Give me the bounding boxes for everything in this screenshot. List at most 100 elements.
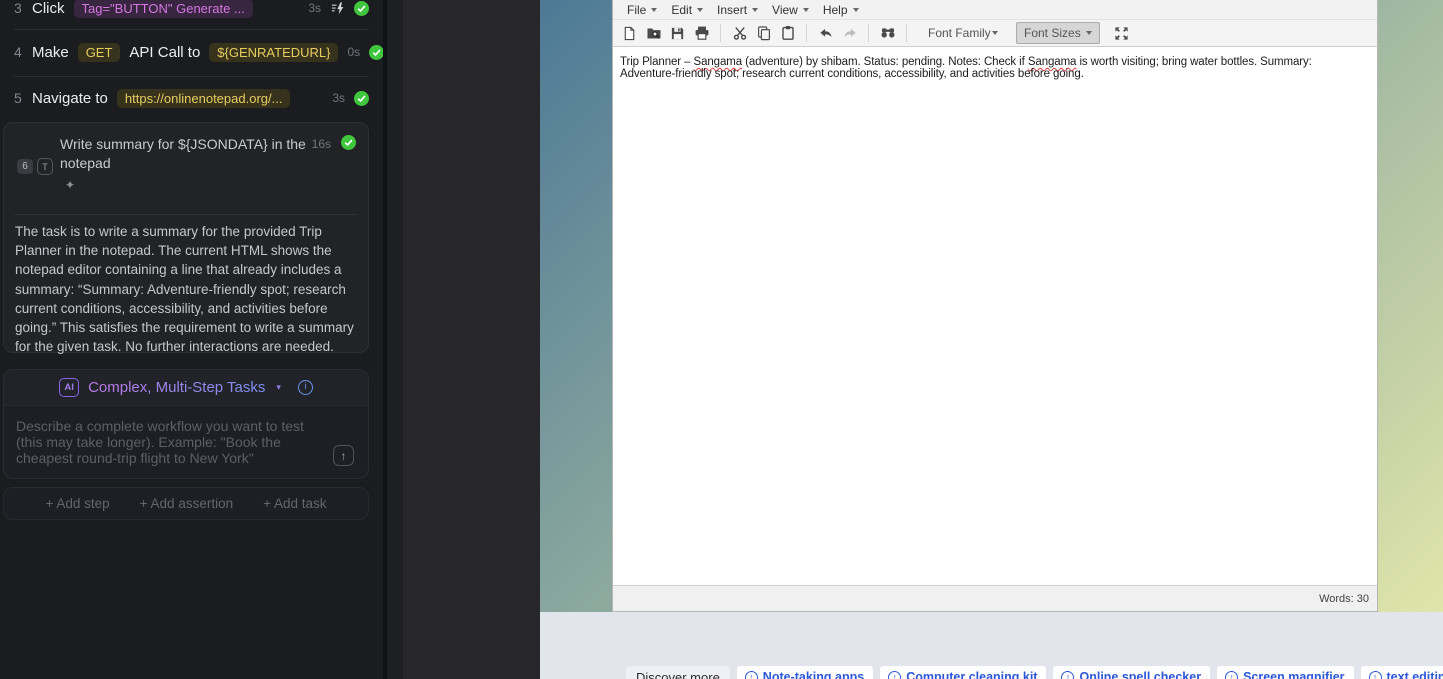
menu-insert[interactable]: Insert — [712, 3, 767, 17]
step-action-label: Make — [32, 44, 69, 61]
add-task-button[interactable]: + Add task — [263, 496, 326, 511]
success-check-icon — [369, 45, 384, 60]
step-number: 5 — [14, 90, 23, 106]
panel-gutter — [387, 0, 403, 679]
step-duration: 16s — [312, 137, 331, 151]
editor-statusbar: Words: 30 — [613, 585, 1377, 611]
test-steps-sidebar: 3 Click Tag="BUTTON" Generate ... 3s 4 M… — [0, 0, 383, 679]
arrow-up-icon: ↑ — [341, 449, 347, 463]
task-type-badge: T — [37, 158, 53, 175]
cut-icon[interactable] — [731, 25, 748, 42]
link-text-editing[interactable]: ↑text editing — [1361, 666, 1443, 679]
url-badge[interactable]: https://onlinenotepad.org/... — [117, 89, 291, 108]
step-row-3[interactable]: 3 Click Tag="BUTTON" Generate ... 3s — [0, 0, 383, 17]
paste-icon[interactable] — [779, 25, 796, 42]
chevron-down-icon — [803, 8, 809, 12]
http-method-badge[interactable]: GET — [78, 43, 121, 62]
step-duration: 0s — [347, 45, 360, 59]
divider — [14, 29, 369, 30]
lightning-icon — [330, 1, 345, 16]
step-duration: 3s — [332, 91, 345, 105]
browser-viewport: File Edit Insert View Help — [540, 0, 1443, 679]
task-description-input[interactable]: Describe a complete workflow you want to… — [16, 418, 308, 466]
print-icon[interactable] — [693, 25, 710, 42]
complex-tasks-header[interactable]: AI Complex, Multi-Step Tasks ▾ i — [4, 370, 368, 406]
toolbar-separator — [868, 24, 869, 42]
find-replace-icon[interactable] — [879, 25, 896, 42]
arrow-up-circle-icon: ↑ — [1061, 671, 1074, 679]
chevron-down-icon — [697, 8, 703, 12]
success-check-icon — [354, 91, 369, 106]
app-root: 3 Click Tag="BUTTON" Generate ... 3s 4 M… — [0, 0, 1443, 679]
step-action-text: API Call to — [129, 44, 200, 61]
link-note-taking-apps[interactable]: ↑Note-taking apps — [737, 666, 873, 679]
editor-toolbar: Font Family Font Sizes — [613, 20, 1377, 47]
new-document-icon[interactable] — [621, 25, 638, 42]
add-actions-bar: + Add step + Add assertion + Add task — [3, 487, 369, 520]
info-icon[interactable]: i — [298, 380, 313, 395]
sparkle-icon: ✦ — [65, 178, 75, 192]
misspelled-word: Sangama — [694, 56, 743, 68]
step-number: 3 — [14, 0, 23, 16]
editor-menubar: File Edit Insert View Help — [613, 0, 1377, 20]
menu-file[interactable]: File — [622, 3, 666, 17]
discover-more-label: Discover more — [626, 666, 730, 679]
copy-icon[interactable] — [755, 25, 772, 42]
discover-links-row: Discover more ↑Note-taking apps ↑Compute… — [626, 666, 1443, 679]
misspelled-word: Sangama — [1028, 56, 1077, 68]
step-action-label: Navigate to — [32, 90, 108, 107]
add-assertion-button[interactable]: + Add assertion — [140, 496, 233, 511]
submit-task-button[interactable]: ↑ — [333, 445, 354, 466]
step-row-4[interactable]: 4 Make GET API Call to ${GENRATEDURL} 0s — [0, 38, 383, 66]
ai-badge-icon: AI — [59, 378, 79, 397]
success-check-icon — [341, 135, 356, 150]
complex-tasks-title: Complex, Multi-Step Tasks — [88, 379, 265, 396]
complex-tasks-panel: AI Complex, Multi-Step Tasks ▾ i Describ… — [3, 369, 369, 479]
arrow-up-circle-icon: ↑ — [1225, 671, 1238, 679]
arrow-up-circle-icon: ↑ — [1369, 671, 1382, 679]
menu-view[interactable]: View — [767, 3, 818, 17]
undo-icon[interactable] — [817, 25, 834, 42]
chevron-down-icon — [992, 31, 998, 35]
menu-help[interactable]: Help — [818, 3, 868, 17]
step-action-label: Click — [32, 0, 65, 17]
step-card-6[interactable]: Write summary for ${JSONDATA} in the not… — [3, 122, 369, 353]
chevron-down-icon — [752, 8, 758, 12]
toolbar-separator — [906, 24, 907, 42]
notepad-editor-panel: File Edit Insert View Help — [612, 0, 1378, 612]
add-step-button[interactable]: + Add step — [45, 496, 109, 511]
open-document-icon[interactable] — [645, 25, 662, 42]
word-count: Words: 30 — [1319, 593, 1369, 605]
arrow-up-circle-icon: ↑ — [745, 671, 758, 679]
arrow-up-circle-icon: ↑ — [888, 671, 901, 679]
chevron-down-icon[interactable]: ▾ — [276, 382, 281, 393]
discover-links-section: Discover more ↑Note-taking apps ↑Compute… — [540, 612, 1443, 679]
toolbar-separator — [720, 24, 721, 42]
chevron-down-icon — [651, 8, 657, 12]
divider — [15, 214, 357, 215]
font-sizes-dropdown[interactable]: Font Sizes — [1016, 22, 1100, 44]
step-title: Write summary for ${JSONDATA} in the not… — [60, 135, 310, 173]
agent-reasoning-text: The task is to write a summary for the p… — [15, 222, 356, 356]
menu-edit[interactable]: Edit — [666, 3, 712, 17]
browser-background — [403, 0, 540, 679]
link-computer-cleaning-kit[interactable]: ↑Computer cleaning kit — [880, 666, 1046, 679]
url-variable-badge[interactable]: ${GENRATEDURL} — [209, 43, 338, 62]
step-duration: 3s — [308, 1, 321, 15]
font-family-dropdown[interactable]: Font Family — [921, 23, 1005, 43]
selector-badge[interactable]: Tag="BUTTON" Generate ... — [74, 0, 253, 18]
chevron-down-icon — [1086, 31, 1092, 35]
redo-icon[interactable] — [841, 25, 858, 42]
link-screen-magnifier[interactable]: ↑Screen magnifier — [1217, 666, 1353, 679]
link-online-spell-checker[interactable]: ↑Online spell checker — [1053, 666, 1210, 679]
step-number: 4 — [14, 44, 23, 60]
save-icon[interactable] — [669, 25, 686, 42]
toolbar-separator — [806, 24, 807, 42]
chevron-down-icon — [853, 8, 859, 12]
step-row-5[interactable]: 5 Navigate to https://onlinenotepad.org/… — [0, 84, 383, 112]
editor-text-area[interactable]: Trip Planner – Sangama (adventure) by sh… — [613, 47, 1377, 81]
divider — [14, 76, 369, 77]
success-check-icon — [354, 1, 369, 16]
fullscreen-icon[interactable] — [1113, 25, 1130, 42]
step-number-badge: 6 — [17, 159, 33, 174]
